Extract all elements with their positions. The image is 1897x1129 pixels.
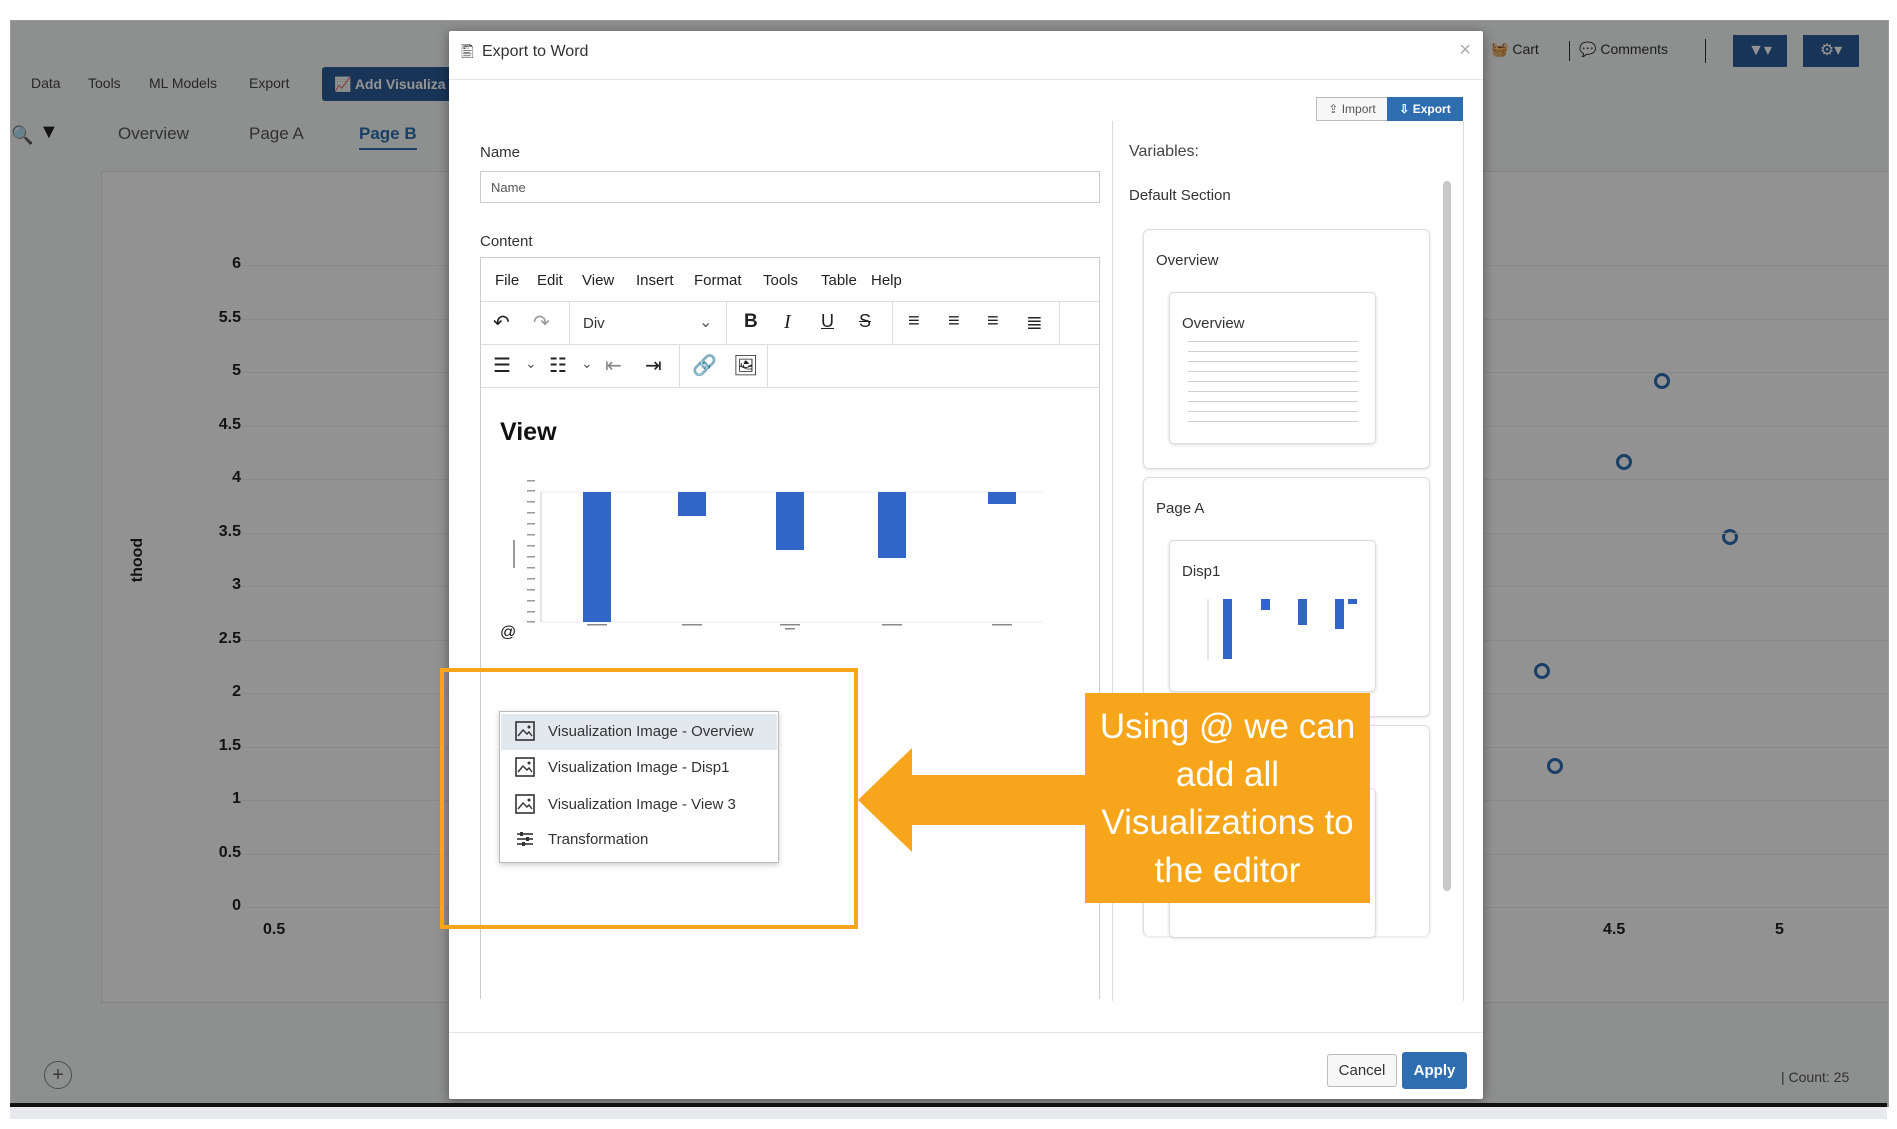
undo-icon[interactable]: ↶ <box>493 310 510 335</box>
indent-icon[interactable]: ⇥ <box>645 353 662 378</box>
menu-tools[interactable]: Tools <box>763 272 798 289</box>
name-label: Name <box>480 144 521 161</box>
align-justify-icon[interactable]: ≣ <box>1026 310 1043 335</box>
callout-line: Using @ we can <box>1099 707 1356 746</box>
export-to-word-dialog: 🖺 Export to Word × ⇪ Import ⇩ Export Nam… <box>449 31 1483 1099</box>
menu-format[interactable]: Format <box>694 272 742 289</box>
at-mention-trigger: @ <box>500 624 517 641</box>
card-title: Page A <box>1156 500 1205 517</box>
chevron-down-icon[interactable]: ⌄ <box>581 355 593 372</box>
italic-icon[interactable]: I <box>784 311 791 334</box>
variable-thumbnail[interactable]: Overview <box>1169 292 1376 444</box>
annotation-callout: Using @ we can add all Visualizations to… <box>1085 693 1370 903</box>
toolbar-separator <box>1059 302 1060 345</box>
cancel-button[interactable]: Cancel <box>1327 1054 1397 1087</box>
menu-insert[interactable]: Insert <box>636 272 674 289</box>
block-format-select[interactable]: Div <box>583 315 605 332</box>
align-left-icon[interactable]: ≡ <box>908 310 920 333</box>
thumbnail-title: Disp1 <box>1182 563 1221 580</box>
export-label: Export <box>1412 102 1451 116</box>
bullet-list-icon[interactable]: ☰ <box>493 353 511 378</box>
variable-card-page-a[interactable]: Page A Disp1 <box>1143 477 1430 717</box>
content-label: Content <box>480 233 533 250</box>
redo-icon[interactable]: ↷ <box>533 310 550 335</box>
name-field[interactable]: Name <box>480 171 1100 203</box>
toolbar-separator <box>726 302 727 345</box>
import-label: Import <box>1341 102 1376 116</box>
callout-line: the editor <box>1154 851 1301 890</box>
toolbar-row-2: ☰ ⌄ ☷ ⌄ ⇤ ⇥ 🔗 🖼 <box>481 344 1099 388</box>
default-section-label: Default Section <box>1129 187 1231 204</box>
editor-heading: View <box>500 418 557 446</box>
chevron-down-icon[interactable]: ⌄ <box>525 355 537 372</box>
bar-chart-thumbnail-image <box>1207 599 1357 661</box>
close-icon[interactable]: × <box>1459 39 1471 62</box>
toolbar-separator <box>569 302 570 345</box>
arrow-left-icon <box>858 748 1087 852</box>
apply-button[interactable]: Apply <box>1402 1052 1467 1089</box>
strikethrough-icon[interactable]: S <box>859 311 871 332</box>
callout-line: add all <box>1175 755 1280 794</box>
link-icon[interactable]: 🔗 <box>692 353 717 378</box>
dialog-title: Export to Word <box>482 43 589 60</box>
editor-body-top <box>481 387 1099 388</box>
variable-card-overview[interactable]: Overview Overview <box>1143 229 1430 469</box>
variables-label: Variables: <box>1129 143 1199 160</box>
divider <box>449 1032 1483 1033</box>
import-button[interactable]: ⇪ Import <box>1316 97 1388 121</box>
divider <box>449 79 1483 80</box>
highlight-box <box>440 668 858 929</box>
menu-help[interactable]: Help <box>871 272 902 289</box>
underline-icon[interactable]: U <box>821 311 834 332</box>
thumbnail-title: Overview <box>1182 315 1245 332</box>
callout-line: Visualizations to <box>1101 803 1354 842</box>
bottom-border <box>10 1103 1887 1119</box>
word-icon: 🖺 <box>461 44 474 61</box>
toolbar-separator <box>679 345 680 388</box>
align-right-icon[interactable]: ≡ <box>987 310 999 333</box>
upload-icon: ⇪ <box>1328 102 1339 116</box>
embedded-bar-chart-image <box>503 470 1058 630</box>
menu-view[interactable]: View <box>582 272 614 289</box>
outdent-icon[interactable]: ⇤ <box>605 353 622 378</box>
bold-icon[interactable]: B <box>744 311 758 333</box>
download-icon: ⇩ <box>1399 102 1410 116</box>
card-title: Overview <box>1156 252 1219 269</box>
toolbar-row-1: ↶ ↷ Div ⌄ B I U S ≡ ≡ ≡ ≣ <box>481 301 1099 345</box>
align-center-icon[interactable]: ≡ <box>948 310 960 333</box>
numbered-list-icon[interactable]: ☷ <box>549 353 567 378</box>
toolbar-separator <box>892 302 893 345</box>
scrollbar[interactable] <box>1443 181 1451 891</box>
menu-file[interactable]: File <box>495 272 519 289</box>
menu-table[interactable]: Table <box>821 272 857 289</box>
export-button[interactable]: ⇩ Export <box>1387 97 1463 121</box>
chevron-down-icon[interactable]: ⌄ <box>699 312 712 332</box>
table-thumbnail-image <box>1188 341 1358 422</box>
variable-thumbnail[interactable]: Disp1 <box>1169 540 1376 692</box>
menu-edit[interactable]: Edit <box>537 272 563 289</box>
image-icon[interactable]: 🖼 <box>733 353 758 378</box>
toolbar-separator <box>767 345 768 388</box>
